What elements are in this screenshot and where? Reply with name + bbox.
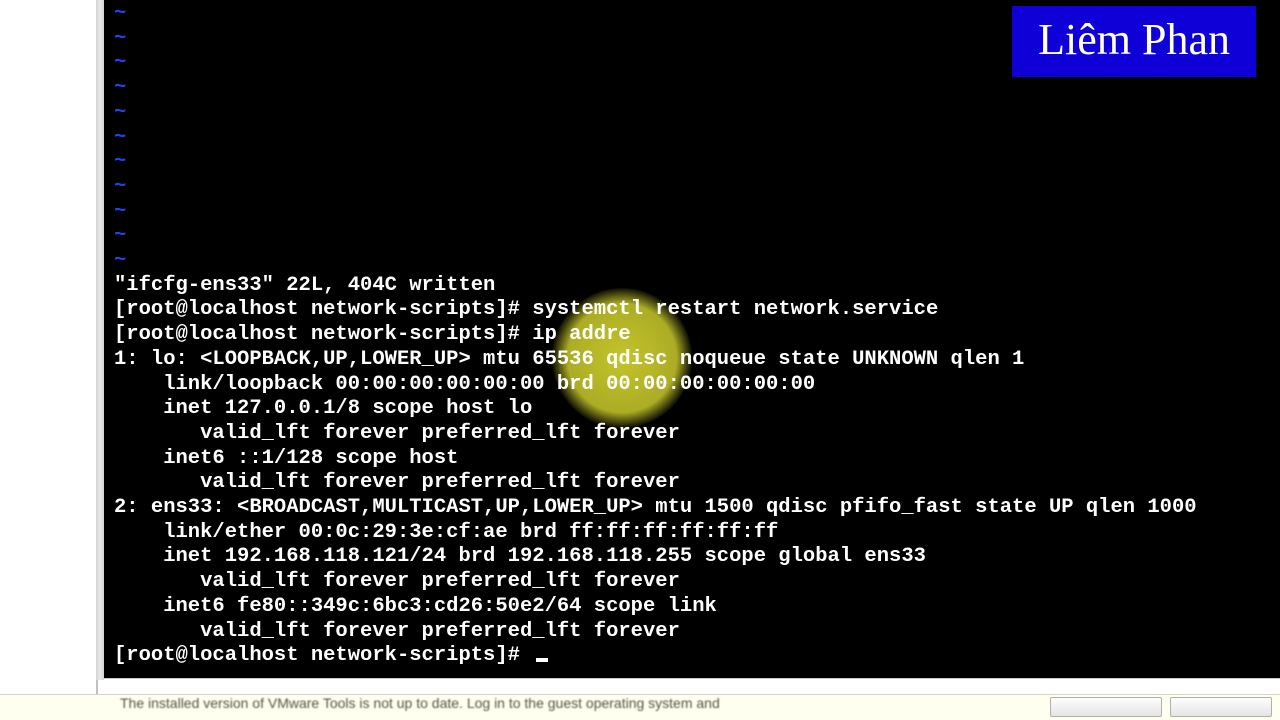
vertical-scrollbar[interactable] bbox=[96, 0, 104, 680]
terminal-bottom-edge bbox=[104, 678, 1280, 683]
vim-tilde: ~ bbox=[114, 27, 126, 50]
ip-output-line: inet 192.168.118.121/24 brd 192.168.118.… bbox=[114, 545, 926, 568]
terminal-output[interactable]: ~ ~ ~ ~ ~ ~ ~ ~ ~ ~ ~ "ifcfg-ens33" 22L,… bbox=[104, 0, 1280, 678]
ip-output-line: inet6 ::1/128 scope host bbox=[114, 447, 458, 470]
vim-tilde: ~ bbox=[114, 101, 126, 124]
vim-tilde: ~ bbox=[114, 126, 126, 149]
vmware-status-bar: The installed version of VMware Tools is… bbox=[0, 694, 1280, 720]
vim-tilde: ~ bbox=[114, 51, 126, 74]
terminal-cursor bbox=[536, 658, 548, 662]
vim-tilde: ~ bbox=[114, 150, 126, 173]
watermark-overlay: Liêm Phan bbox=[1012, 6, 1256, 77]
vim-tilde: ~ bbox=[114, 200, 126, 223]
ip-output-line: valid_lft forever preferred_lft forever bbox=[114, 620, 680, 643]
shell-prompt: [root@localhost network-scripts]# bbox=[114, 644, 520, 667]
vim-tilde: ~ bbox=[114, 249, 126, 272]
command-systemctl: systemctl restart network.service bbox=[532, 298, 938, 321]
status-button[interactable] bbox=[1050, 697, 1162, 717]
vim-tilde: ~ bbox=[114, 224, 126, 247]
vim-tilde: ~ bbox=[114, 175, 126, 198]
ip-output-line: 1: lo: <LOOPBACK,UP,LOWER_UP> mtu 65536 … bbox=[114, 348, 1024, 371]
ip-output-line: 2: ens33: <BROADCAST,MULTICAST,UP,LOWER_… bbox=[114, 496, 1197, 519]
vim-tilde: ~ bbox=[114, 76, 126, 99]
window-left-margin bbox=[0, 0, 98, 720]
vim-tilde: ~ bbox=[114, 2, 126, 25]
ip-output-line: inet6 fe80::349c:6bc3:cd26:50e2/64 scope… bbox=[114, 595, 717, 618]
ip-output-line: valid_lft forever preferred_lft forever bbox=[114, 471, 680, 494]
ip-output-line: inet 127.0.0.1/8 scope host lo bbox=[114, 397, 532, 420]
vmware-tools-message: The installed version of VMware Tools is… bbox=[120, 695, 720, 711]
status-button[interactable] bbox=[1170, 697, 1272, 717]
ip-output-line: valid_lft forever preferred_lft forever bbox=[114, 422, 680, 445]
vim-write-message: "ifcfg-ens33" 22L, 404C written bbox=[114, 274, 495, 297]
ip-output-line: valid_lft forever preferred_lft forever bbox=[114, 570, 680, 593]
ip-output-line: link/loopback 00:00:00:00:00:00 brd 00:0… bbox=[114, 373, 815, 396]
shell-prompt: [root@localhost network-scripts]# bbox=[114, 323, 520, 346]
ip-output-line: link/ether 00:0c:29:3e:cf:ae brd ff:ff:f… bbox=[114, 521, 778, 544]
shell-prompt: [root@localhost network-scripts]# bbox=[114, 298, 520, 321]
command-ip-addre: ip addre bbox=[532, 323, 630, 346]
